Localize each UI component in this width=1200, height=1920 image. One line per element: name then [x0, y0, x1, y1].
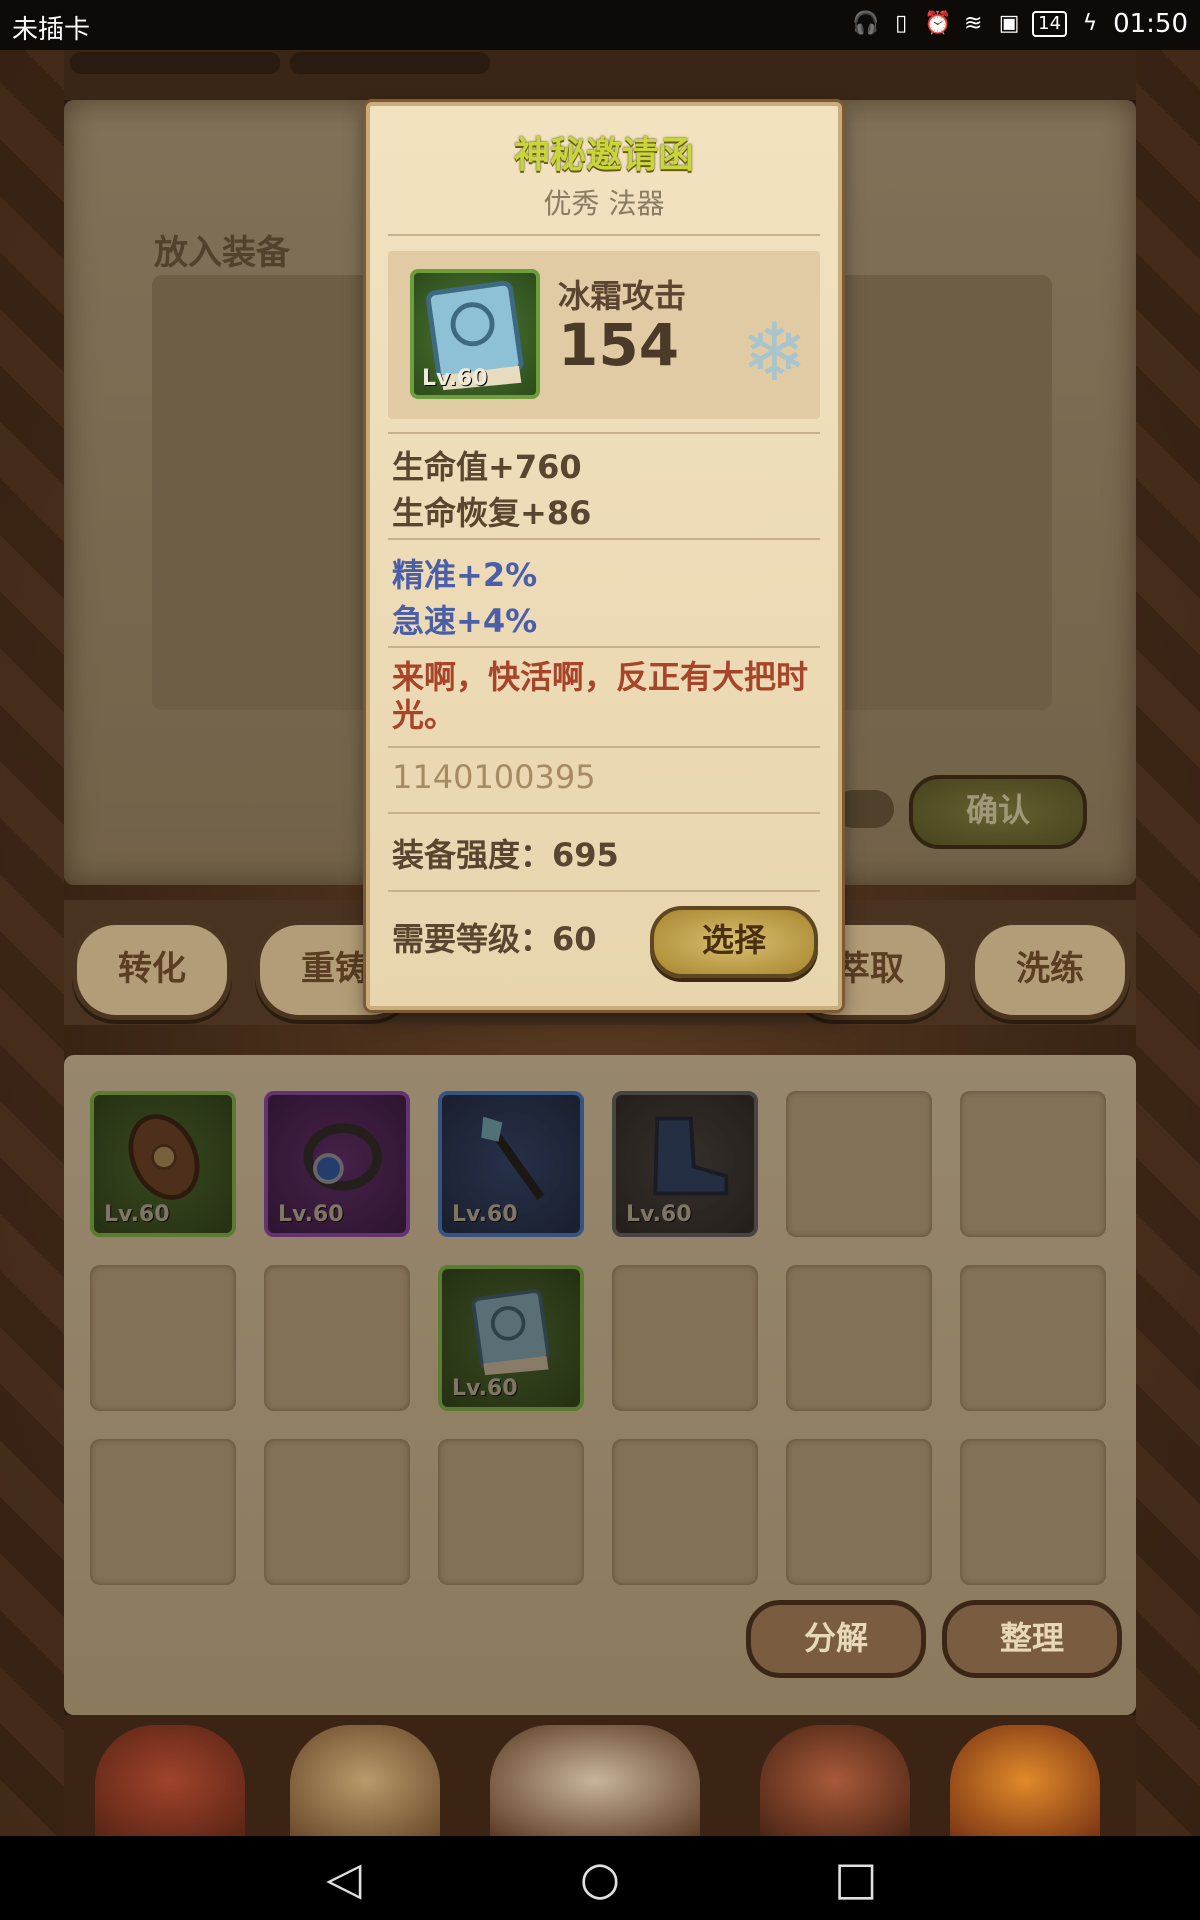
headphones-icon: 🎧 [852, 11, 880, 36]
recents-icon[interactable]: □ [830, 1852, 882, 1904]
clock: 01:50 [1113, 9, 1188, 39]
divider [388, 812, 820, 814]
item-id: 1140100395 [392, 758, 596, 796]
leaf-resource [290, 52, 490, 74]
divider [388, 890, 820, 892]
system-nav-bar: ◁ ○ □ [0, 1836, 1200, 1920]
tab-convert[interactable]: 转化 [72, 920, 232, 1020]
bonus-stat: 急速+4% [392, 602, 538, 640]
status-icons: 🎧 ▯ ⏰ ≋ ▣ 14 ϟ 01:50 [852, 9, 1188, 39]
tab-refine[interactable]: 洗练 [970, 920, 1130, 1020]
base-stat: 生命值+760 [392, 448, 582, 486]
equip-strength: 装备强度：695 [392, 836, 619, 874]
required-level: 需要等级：60 [392, 920, 597, 958]
bonus-stat: 精准+2% [392, 556, 538, 594]
nav-tavern-icon[interactable] [290, 1725, 440, 1836]
item-icon: Lv.60 [410, 269, 540, 399]
alarm-icon: ⏰ [924, 11, 952, 36]
base-stat: 生命恢复+86 [392, 494, 592, 532]
item-title: 神秘邀请函 [513, 135, 694, 176]
decompose-button[interactable]: 分解 [746, 1600, 926, 1678]
status-bar: 未插卡 🎧 ▯ ⏰ ≋ ▣ 14 ϟ 01:50 [0, 0, 1200, 50]
item-tooltip-card: 神秘邀请函 优秀 法器 Lv.60 冰霜攻击 154 ❄ 生命值+760 生命恢… [366, 102, 842, 1010]
snowflake-icon: ❄ [740, 306, 808, 399]
divider [388, 538, 820, 540]
nav-forge-icon[interactable] [950, 1725, 1100, 1836]
divider [388, 432, 820, 434]
divider [388, 646, 820, 648]
vibrate-icon: ▯ [895, 11, 908, 36]
organize-button[interactable]: 整理 [942, 1600, 1122, 1678]
main-stat-value: 154 [558, 311, 680, 379]
wifi-icon: ≋ [963, 11, 983, 36]
sim-icon: ▣ [998, 11, 1020, 36]
main-stat-box: Lv.60 冰霜攻击 154 ❄ [388, 251, 820, 419]
carrier-label: 未插卡 [12, 15, 91, 45]
nav-portal-icon[interactable] [490, 1725, 700, 1836]
left-border-pattern [0, 50, 64, 1836]
nav-helmet-icon[interactable] [760, 1725, 910, 1836]
item-level: Lv.60 [422, 366, 488, 391]
divider [388, 746, 820, 748]
battery-icon: 14 [1032, 11, 1068, 37]
home-icon[interactable]: ○ [574, 1852, 626, 1904]
flavor-text: 来啊，快活啊，反正有大把时光。 [392, 658, 809, 734]
charging-icon: ϟ [1082, 11, 1098, 36]
gold-resource [70, 52, 280, 74]
right-border-pattern [1136, 50, 1200, 1836]
back-icon[interactable]: ◁ [318, 1852, 370, 1904]
divider [388, 234, 820, 236]
item-subtitle: 优秀 法器 [543, 187, 665, 220]
select-button[interactable]: 选择 [650, 906, 818, 978]
nav-castle-icon[interactable] [95, 1725, 245, 1836]
